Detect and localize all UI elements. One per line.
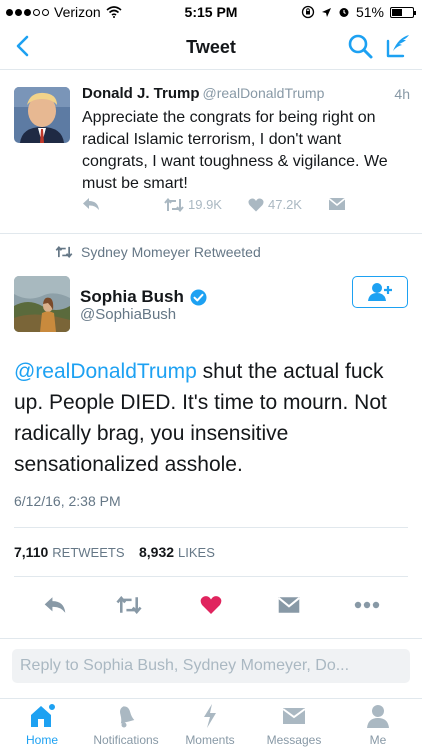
reply-input[interactable] <box>12 649 410 683</box>
avatar[interactable] <box>14 276 70 332</box>
heart-icon <box>200 596 222 614</box>
tab-notifications[interactable]: Notifications <box>84 703 168 749</box>
tweet-timestamp: 6/12/16, 2:38 PM <box>14 493 121 509</box>
verified-badge-icon <box>190 289 207 305</box>
battery-level <box>392 8 403 16</box>
tweet-actions <box>0 585 422 623</box>
tab-bar: Home Notifications Moments Messages Me <box>0 698 422 750</box>
more-dots-icon <box>354 601 380 609</box>
like-button[interactable] <box>198 593 224 617</box>
tab-moments[interactable]: Moments <box>168 703 252 749</box>
direct-message-button[interactable] <box>276 593 302 617</box>
retweet-icon <box>164 197 184 212</box>
status-bar: Verizon 5:15 PM 51% <box>0 0 422 24</box>
author-name[interactable]: Donald J. Trump <box>82 85 200 102</box>
tab-label: Me <box>369 733 387 747</box>
navigation-bar: Tweet <box>0 24 422 70</box>
retweets-stat[interactable]: 7,110 RETWEETS <box>14 544 125 560</box>
direct-message-button[interactable] <box>328 197 346 211</box>
author-name-text: Sophia Bush <box>80 287 184 306</box>
lightning-icon <box>204 704 216 728</box>
author-handle[interactable]: @realDonaldTrump <box>203 85 325 101</box>
like-button[interactable]: 47.2K <box>248 197 302 212</box>
tab-messages[interactable]: Messages <box>252 703 336 749</box>
reply-button[interactable] <box>42 593 68 617</box>
retweeted-by[interactable]: Sydney Momeyer Retweeted <box>55 244 261 260</box>
more-options-button[interactable] <box>354 593 380 617</box>
status-indicators: 51% <box>301 4 416 20</box>
likes-label: LIKES <box>178 545 215 560</box>
reply-icon <box>83 198 99 210</box>
tweet-text: @realDonaldTrump shut the actual fuck up… <box>14 356 414 480</box>
bell-icon <box>120 706 135 728</box>
heart-icon <box>248 198 264 211</box>
retweet-button[interactable] <box>116 593 142 617</box>
parent-tweet-header: Donald J. Trump @realDonaldTrump 4h <box>82 85 410 102</box>
add-user-icon <box>368 283 392 301</box>
reply-icon <box>44 597 66 613</box>
tab-me[interactable]: Me <box>336 703 420 749</box>
tab-label: Notifications <box>93 733 159 747</box>
tab-label: Messages <box>266 733 322 747</box>
retweet-count: 19.9K <box>188 197 222 212</box>
retweet-icon <box>55 246 73 258</box>
retweets-label: RETWEETS <box>52 545 125 560</box>
author-handle[interactable]: @SophiaBush <box>80 306 176 323</box>
person-icon <box>367 705 389 728</box>
battery-icon <box>390 6 416 18</box>
envelope-icon <box>282 708 306 724</box>
mention-link[interactable]: @realDonaldTrump <box>14 360 197 383</box>
alarm-icon <box>339 8 349 17</box>
tweet-stats: 7,110 RETWEETS 8,932 LIKES <box>14 527 408 577</box>
author-name[interactable]: Sophia Bush <box>80 287 207 307</box>
tab-label: Moments <box>185 733 235 747</box>
likes-stat[interactable]: 8,932 LIKES <box>139 544 215 560</box>
avatar[interactable] <box>14 87 70 143</box>
location-arrow-icon <box>321 7 331 17</box>
likes-count: 8,932 <box>139 544 175 560</box>
rotation-lock-icon <box>301 5 315 19</box>
tab-label: Home <box>25 733 58 747</box>
follow-button[interactable] <box>352 276 408 308</box>
envelope-icon <box>278 597 300 613</box>
parent-tweet-actions: 19.9K 47.2K <box>82 197 408 219</box>
retweets-count: 7,110 <box>14 544 49 560</box>
like-count: 47.2K <box>268 197 302 212</box>
envelope-icon <box>328 197 346 210</box>
retweet-icon <box>116 596 142 614</box>
search-icon[interactable] <box>346 32 374 60</box>
retweet-button[interactable]: 19.9K <box>164 197 222 212</box>
tweet-text: Appreciate the congrats for being right … <box>82 109 388 192</box>
compose-icon[interactable] <box>384 32 412 60</box>
parent-tweet[interactable]: Donald J. Trump @realDonaldTrump 4h Appre… <box>0 71 422 234</box>
retweeted-by-label: Sydney Momeyer Retweeted <box>81 244 261 260</box>
tweet-timestamp: 4h <box>394 86 410 102</box>
home-icon <box>31 703 56 727</box>
reply-bar <box>0 638 422 698</box>
battery-percent: 51% <box>355 4 384 20</box>
reply-button[interactable] <box>82 197 100 211</box>
tab-home[interactable]: Home <box>0 703 84 749</box>
